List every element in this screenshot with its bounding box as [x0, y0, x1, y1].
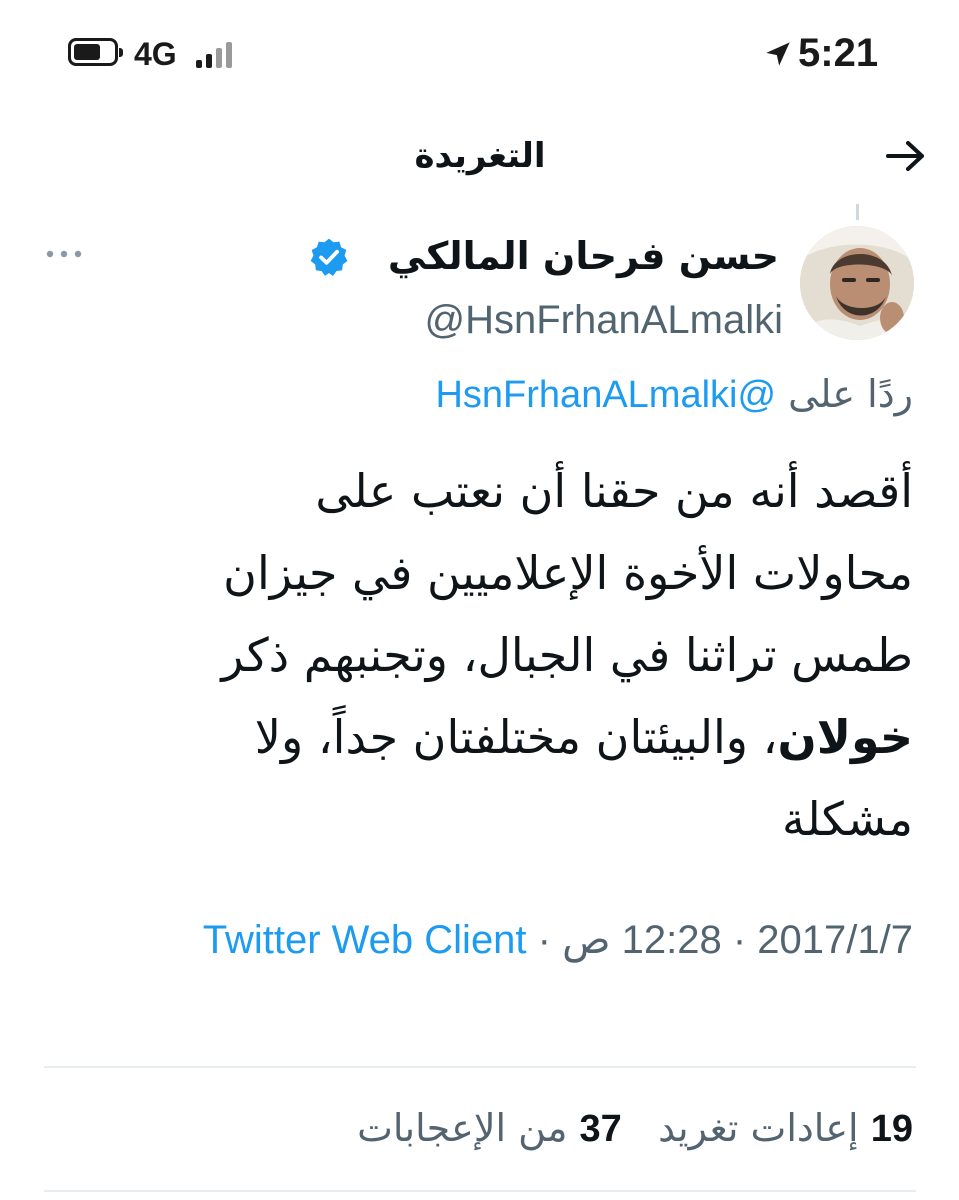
divider: [44, 1066, 916, 1068]
location-icon: [766, 42, 790, 66]
tweet-text-line: محاولات الأخوة الإعلاميين في جيزان: [223, 546, 913, 600]
thread-connector: [856, 204, 859, 220]
signal-icon: [196, 42, 236, 68]
retweets-stat[interactable]: 19 إعادات تغريد: [658, 1106, 913, 1150]
status-bar: 4G 5:21: [0, 0, 959, 110]
author-name[interactable]: حسن فرحان المالكي: [388, 230, 779, 282]
meta-separator: ·: [732, 918, 747, 962]
tweet-time: 12:28 ص: [562, 918, 722, 962]
tweet-stats: 19 إعادات تغريد 37 من الإعجابات: [357, 1100, 913, 1157]
tweet-text-line: مشكلة: [782, 792, 913, 846]
nav-header: التغريدة: [0, 110, 959, 202]
reply-to-handle[interactable]: @HsnFrhanALmalki: [435, 374, 776, 416]
meta-separator: ·: [537, 918, 551, 962]
tweet-text-rest: ، والبيئتان مختلفتان جداً، ولا: [254, 710, 778, 764]
divider: [44, 1190, 916, 1192]
likes-count: 37: [579, 1108, 622, 1150]
arrow-right-icon[interactable]: [884, 138, 928, 174]
tweet-text-line: أقصد أنه من حقنا أن نعتب على: [315, 464, 913, 518]
status-time: 5:21: [798, 31, 879, 75]
tweet-source-link[interactable]: Twitter Web Client: [203, 918, 527, 962]
tweet-text-line: طمس تراثنا في الجبال، وتجنبهم ذكر: [221, 628, 913, 682]
tweet-text-line: خولان، والبيئتان مختلفتان جداً، ولا: [43, 696, 913, 778]
tweet-date: 2017/1/7: [757, 918, 913, 962]
likes-stat[interactable]: 37 من الإعجابات: [357, 1106, 622, 1150]
tweet-text-bold: خولان: [777, 710, 913, 764]
author-handle[interactable]: @HsnFrhanALmalki: [425, 294, 784, 346]
tweet-text: أقصد أنه من حقنا أن نعتب على محاولات الأ…: [43, 450, 913, 860]
replying-to: ردًا على @HsnFrhanALmalki: [435, 368, 913, 421]
tweet-meta: 2017/1/7 · 12:28 ص · Twitter Web Client: [113, 910, 913, 970]
reply-prefix: ردًا على: [788, 372, 913, 416]
likes-label: من الإعجابات: [357, 1106, 568, 1150]
avatar[interactable]: [800, 226, 914, 340]
page-title: التغريدة: [414, 136, 546, 176]
retweets-count: 19: [870, 1108, 913, 1150]
verified-badge-icon: [310, 238, 348, 276]
more-options-icon[interactable]: [44, 244, 84, 264]
network-type: 4G: [134, 36, 177, 72]
avatar-image: [800, 226, 914, 340]
retweets-label: إعادات تغريد: [658, 1106, 859, 1150]
battery-icon: [68, 38, 123, 66]
